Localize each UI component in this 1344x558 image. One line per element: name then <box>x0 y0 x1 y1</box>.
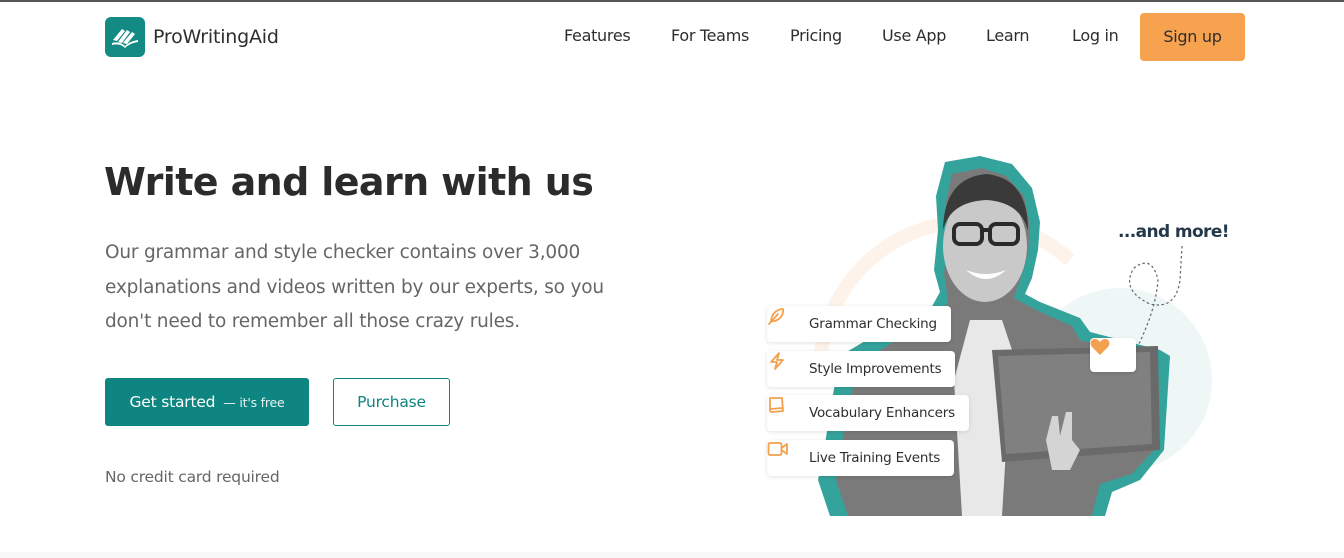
heart-icon <box>1090 338 1110 355</box>
lightning-icon <box>770 352 799 380</box>
get-started-sublabel: — it's free <box>223 394 285 410</box>
nav-use-app[interactable]: Use App <box>882 13 946 61</box>
site-header: ProWritingAid Features For Teams Pricing… <box>0 2 1344 72</box>
feature-label: Grammar Checking <box>809 316 937 332</box>
section-divider <box>0 552 1344 558</box>
feature-vocabulary-enhancers: Vocabulary Enhancers <box>767 395 969 431</box>
book-icon <box>769 397 799 424</box>
feature-grammar-checking: Grammar Checking <box>767 306 951 342</box>
heart-card <box>1090 338 1136 372</box>
feature-style-improvements: Style Improvements <box>767 351 956 387</box>
and-more-text: ...and more! <box>1118 222 1230 242</box>
feature-label: Live Training Events <box>809 450 941 466</box>
signup-button[interactable]: Sign up <box>1140 13 1245 61</box>
nav-login[interactable]: Log in <box>1072 13 1119 61</box>
nav-pricing[interactable]: Pricing <box>790 13 842 61</box>
main-nav: Features For Teams Pricing Use App Learn… <box>0 13 1344 61</box>
nav-learn[interactable]: Learn <box>986 13 1030 61</box>
get-started-button[interactable]: Get started — it's free <box>105 378 309 426</box>
no-credit-card-note: No credit card required <box>105 468 280 486</box>
nav-features[interactable]: Features <box>564 13 631 61</box>
video-camera-icon <box>767 442 799 469</box>
hero-illustration: Grammar Checking Style Improvements Voca… <box>740 150 1240 530</box>
get-started-label: Get started <box>129 393 216 411</box>
feature-label: Vocabulary Enhancers <box>809 405 955 421</box>
hero-title: Write and learn with us <box>104 160 594 204</box>
hero-description: Our grammar and style checker contains o… <box>105 242 604 332</box>
feature-label: Style Improvements <box>809 361 942 377</box>
feather-icon <box>768 308 799 335</box>
nav-for-teams[interactable]: For Teams <box>671 13 749 61</box>
purchase-button[interactable]: Purchase <box>333 378 450 426</box>
feature-live-training-events: Live Training Events <box>767 440 955 476</box>
